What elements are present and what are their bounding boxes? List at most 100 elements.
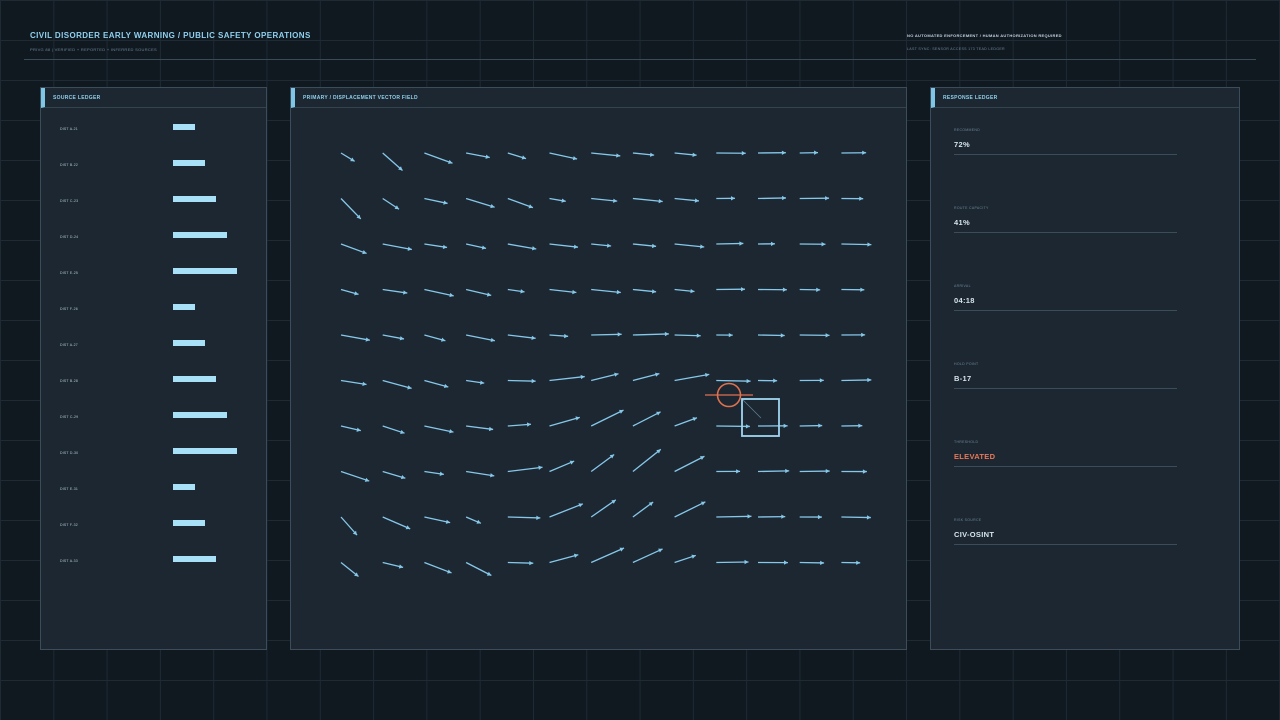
ledger-row-label: DIST C-29 [60, 415, 79, 419]
page-title: CIVIL DISORDER EARLY WARNING / PUBLIC SA… [30, 31, 311, 40]
vector-arrow [716, 196, 735, 201]
vector-arrow [424, 197, 448, 205]
vector-arrow [632, 501, 654, 518]
response-metric: RECOMMEND 72% [954, 128, 1177, 155]
vector-arrow [799, 378, 824, 383]
vector-arrow [799, 196, 830, 201]
vector-arrow [465, 334, 496, 343]
metric-label: HOLD POINT [954, 362, 979, 366]
vector-arrow [424, 379, 449, 389]
vector-arrow [632, 152, 655, 157]
ledger-level-bar [173, 448, 237, 454]
response-metric: THRESHOLD ELEVATED [954, 440, 1177, 467]
vector-arrow [382, 197, 400, 210]
vector-arrow [591, 243, 612, 248]
vector-arrow [382, 425, 405, 435]
vector-arrow [757, 468, 790, 474]
vector-arrow [590, 547, 625, 564]
vector-field-map[interactable] [291, 108, 906, 649]
vector-field-panel: PRIMARY / DISPLACEMENT VECTOR FIELD [290, 87, 907, 650]
vector-field-header: PRIMARY / DISPLACEMENT VECTOR FIELD [291, 88, 906, 108]
source-ledger-header: SOURCE LEDGER [41, 88, 266, 108]
ledger-row[interactable]: DIST C-29 [41, 412, 266, 425]
ledger-row-label: DIST C-23 [60, 199, 79, 203]
vector-arrow [591, 152, 621, 158]
ledger-level-bar [173, 412, 227, 418]
vector-arrow [674, 554, 697, 564]
vector-arrow [716, 378, 751, 384]
vector-arrow [841, 515, 871, 520]
ledger-row-label: DIST B-22 [60, 163, 79, 167]
last-sync-status: LAST SYNC: SENSOR ACCESS 173 TEAD LEDGER [907, 47, 1005, 51]
vector-arrow [507, 288, 525, 294]
ledger-row[interactable]: DIST B-22 [41, 160, 266, 173]
ledger-row-label: DIST A-33 [60, 559, 78, 563]
vector-arrow [757, 241, 775, 247]
ledger-level-bar [173, 376, 216, 382]
vector-arrow [465, 243, 487, 250]
ledger-row[interactable]: DIST A-21 [41, 124, 266, 137]
ledger-row[interactable]: DIST E-25 [41, 268, 266, 281]
metric-label: ROUTE CAPACITY [954, 206, 989, 210]
ledger-row-label: DIST E-31 [60, 487, 79, 491]
vector-arrow [632, 372, 660, 382]
ledger-row[interactable]: DIST B-28 [41, 376, 266, 389]
source-ledger-title: SOURCE LEDGER [53, 95, 101, 101]
vector-arrow [841, 150, 867, 155]
vector-arrow [549, 152, 578, 161]
source-ledger-panel: SOURCE LEDGER DIST A-21 DIST B-22 DIST C-2… [40, 87, 267, 650]
vector-arrow [841, 469, 867, 474]
ledger-row[interactable]: DIST F-26 [41, 304, 266, 317]
vector-arrow [340, 152, 355, 162]
ledger-level-bar [173, 484, 195, 490]
vector-arrow [424, 561, 452, 574]
ledger-level-bar [173, 520, 205, 526]
ledger-row[interactable]: DIST E-31 [41, 484, 266, 497]
ledger-row[interactable]: DIST D-24 [41, 232, 266, 245]
vector-arrow [716, 559, 749, 565]
vector-arrow [799, 150, 819, 155]
ledger-level-bar [173, 268, 237, 274]
vector-arrow [340, 243, 367, 255]
vector-arrow [466, 425, 494, 432]
ledger-row[interactable]: DIST D-30 [41, 448, 266, 461]
vector-arrow [465, 561, 492, 577]
vector-arrow [632, 197, 663, 204]
vector-arrow [674, 372, 710, 382]
selection-box[interactable] [741, 398, 780, 437]
metric-label: THRESHOLD [954, 440, 979, 444]
metric-label: RISK SOURCE [954, 518, 982, 522]
response-metric: RISK SOURCE CIV-OSINT [954, 518, 1177, 545]
vector-arrow [382, 516, 411, 530]
metric-value: 04:18 [954, 296, 975, 305]
vector-arrow [674, 243, 705, 249]
vector-arrow [799, 560, 825, 566]
metric-label: ARRIVAL [954, 284, 971, 288]
ledger-row[interactable]: DIST A-33 [41, 556, 266, 569]
ledger-level-bar [173, 232, 227, 238]
ledger-row-label: DIST F-32 [60, 523, 78, 527]
vector-arrow [674, 333, 701, 338]
metric-value: CIV-OSINT [954, 530, 995, 539]
vector-arrow [757, 514, 786, 519]
vector-arrow [716, 332, 733, 338]
ledger-row-label: DIST A-27 [60, 343, 78, 347]
vector-arrow [424, 425, 454, 434]
metric-value: B-17 [954, 374, 972, 383]
vector-arrow [549, 460, 575, 473]
vector-arrow [799, 468, 830, 474]
vector-arrow [507, 515, 541, 520]
vector-arrow [799, 333, 830, 338]
header-divider [24, 59, 1256, 60]
vector-arrow [465, 516, 482, 524]
vector-arrow [549, 333, 569, 339]
vector-arrow [549, 503, 584, 518]
ledger-row[interactable]: DIST A-27 [41, 340, 266, 353]
vector-arrow [591, 332, 622, 337]
vector-arrow [591, 372, 619, 382]
ledger-row[interactable]: DIST C-23 [41, 196, 266, 209]
vector-arrow [507, 334, 536, 340]
ledger-row[interactable]: DIST F-32 [41, 520, 266, 533]
vector-arrow [340, 470, 370, 482]
vector-arrow [507, 378, 536, 384]
